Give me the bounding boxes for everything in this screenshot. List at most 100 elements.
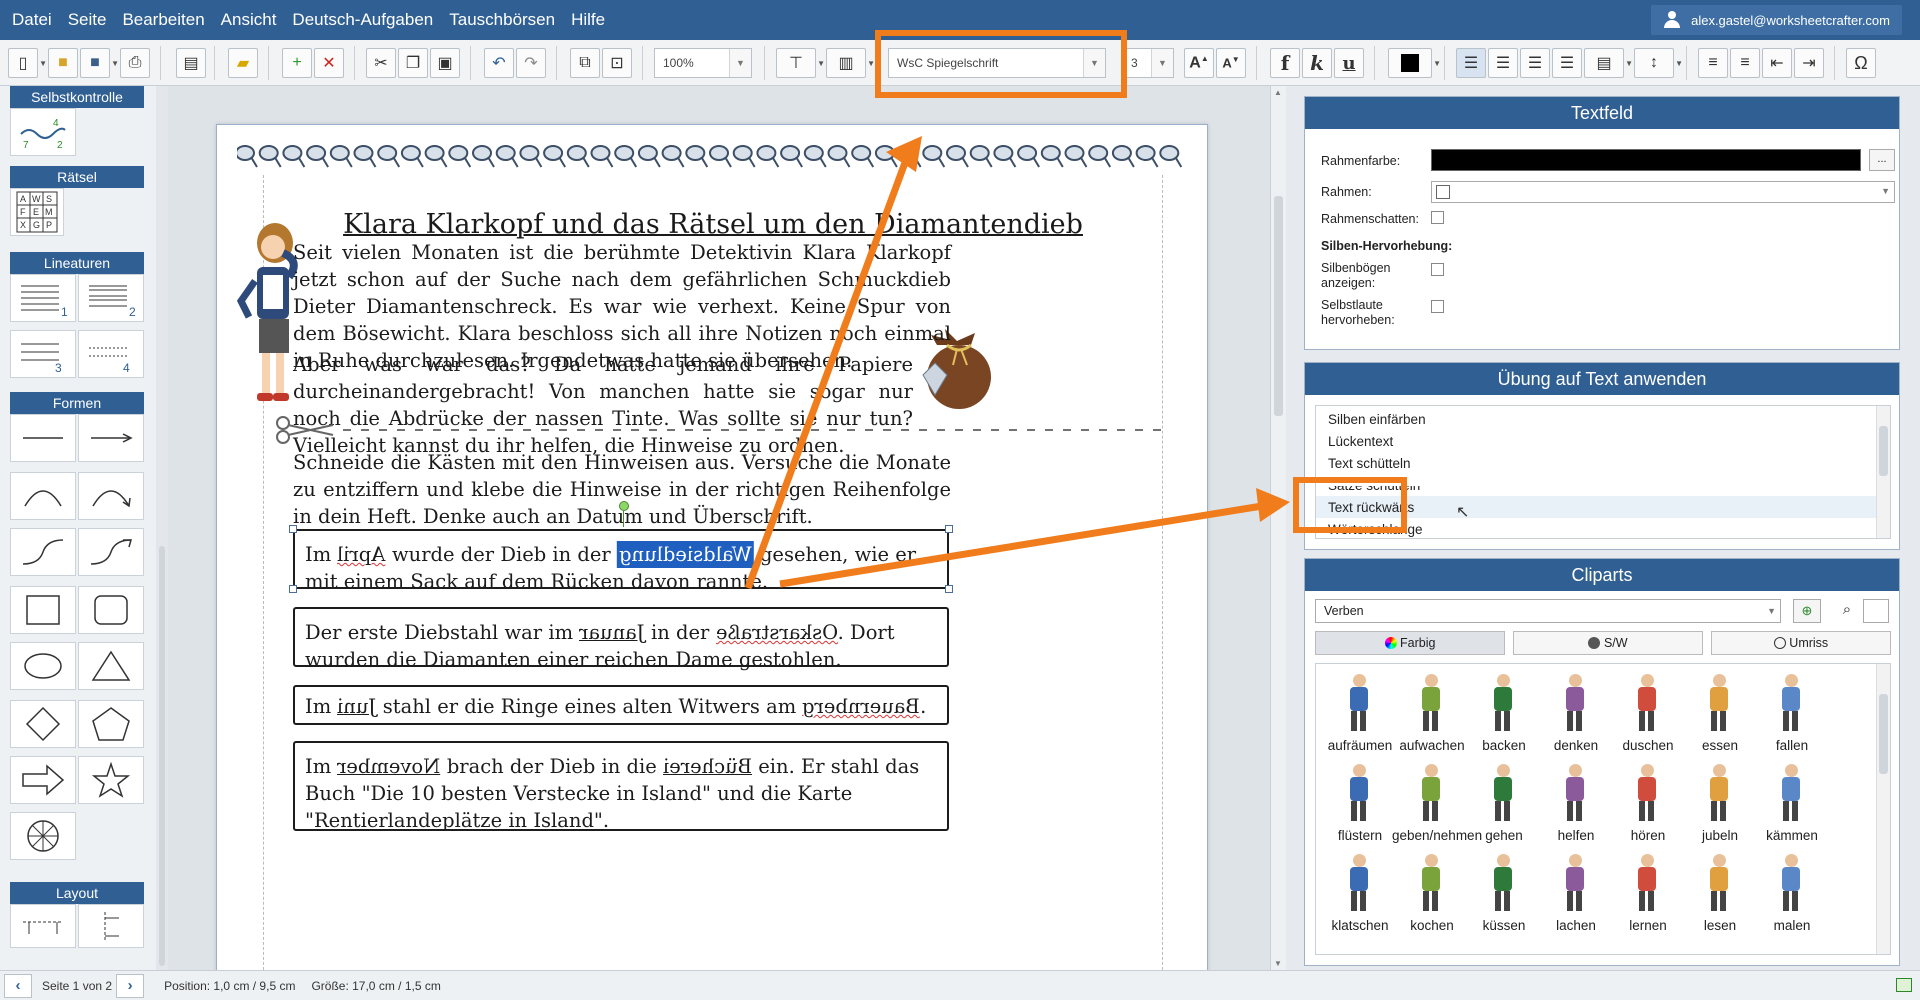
special-chars-button[interactable]: Ω <box>1846 48 1876 78</box>
menu-tauschboersen[interactable]: Tauschbörsen <box>441 10 563 30</box>
shape-rect-tile[interactable] <box>10 586 76 634</box>
worksheet-title[interactable]: Klara Klarkopf und das Rätsel um den Dia… <box>217 209 1209 240</box>
clipart-item[interactable]: gehen <box>1468 760 1540 848</box>
instructions-paragraph[interactable]: Schneide die Kästen mit den Hinweisen au… <box>293 449 951 530</box>
open-button[interactable]: ■ <box>48 48 78 78</box>
undo-button[interactable]: ↶ <box>484 48 514 78</box>
new-document-button[interactable]: ▯ ▼ <box>8 48 47 78</box>
clipart-item[interactable]: essen <box>1684 670 1756 758</box>
exercise-list[interactable]: Silben einfärben Lückentext Text schütte… <box>1315 405 1891 539</box>
hint-box-1[interactable]: Im April wurde der Dieb in der Waldsiedl… <box>293 529 949 593</box>
canvas-scroll-thumb[interactable] <box>1274 196 1283 416</box>
scroll-down-icon[interactable]: ▼ <box>1274 959 1282 968</box>
clipart-item[interactable]: fallen <box>1756 670 1828 758</box>
clipart-item[interactable]: küssen <box>1468 850 1540 938</box>
border-color-swatch[interactable] <box>1431 149 1861 171</box>
syllable-arcs-checkbox[interactable] <box>1431 263 1444 276</box>
menu-deutsch-aufgaben[interactable]: Deutsch-Aufgaben <box>284 10 441 30</box>
border-style-select[interactable]: ▼ <box>1431 181 1895 203</box>
underline-button[interactable]: u <box>1334 48 1364 78</box>
text-color-button[interactable]: ▼ <box>1388 48 1441 78</box>
left-panel-scrollbar[interactable] <box>156 86 168 970</box>
zoom-select[interactable]: 100% ▼ <box>654 48 752 78</box>
shape-diamond-tile[interactable] <box>10 700 76 748</box>
print-button[interactable]: ⎙ <box>120 48 150 78</box>
clipart-search-button[interactable]: ⌕ <box>1835 599 1859 623</box>
clipart-item[interactable]: denken <box>1540 670 1612 758</box>
clipart-item[interactable]: kämmen <box>1756 760 1828 848</box>
clipart-search-input[interactable] <box>1863 599 1889 623</box>
menu-datei[interactable]: Datei <box>0 10 60 30</box>
clipart-grid-scrollbar[interactable] <box>1876 664 1890 954</box>
clipart-item[interactable]: hören <box>1612 760 1684 848</box>
resize-handle[interactable] <box>945 525 953 533</box>
worksheet-page[interactable]: Klara Klarkopf und das Rätsel um den Dia… <box>216 124 1208 970</box>
italic-button[interactable]: k <box>1302 48 1332 78</box>
clipart-item[interactable]: flüstern <box>1324 760 1396 848</box>
page-settings-button[interactable]: ▤ <box>176 48 206 78</box>
align-center-button[interactable]: ☰ <box>1488 48 1518 78</box>
clipart-item[interactable]: malen <box>1756 850 1828 938</box>
lineatur-4-tile[interactable]: 4 <box>78 330 144 378</box>
clipart-item[interactable]: aufräumen <box>1324 670 1396 758</box>
rotate-handle[interactable] <box>619 501 629 511</box>
lineatur-3-tile[interactable]: 3 <box>10 330 76 378</box>
menu-ansicht[interactable]: Ansicht <box>213 10 285 30</box>
clipart-item[interactable]: kochen <box>1396 850 1468 938</box>
canvas-vertical-scrollbar[interactable]: ▲ ▼ <box>1270 86 1286 970</box>
clipart-item[interactable]: helfen <box>1540 760 1612 848</box>
clipart-category-select[interactable]: Verben ▼ <box>1315 599 1781 623</box>
lineatur-2-tile[interactable]: 2 <box>78 274 144 322</box>
hint-box-2[interactable]: Der erste Diebstahl war im Januar in der… <box>293 607 949 671</box>
exercise-woerterschlange[interactable]: Wörterschlange <box>1328 522 1423 537</box>
clipart-item[interactable]: geben/nehmen <box>1392 760 1482 848</box>
lock-button[interactable]: ⊡ <box>602 48 632 78</box>
exercise-lueckentext[interactable]: Lückentext <box>1328 434 1393 449</box>
align-right-button[interactable]: ☰ <box>1520 48 1550 78</box>
puzzle-tile[interactable]: A W S F E M X G P <box>10 188 64 236</box>
shape-curve-tile[interactable] <box>10 528 76 576</box>
clipart-item[interactable]: klatschen <box>1324 850 1396 938</box>
cut-button[interactable]: ✂ <box>366 48 396 78</box>
shape-ellipse-tile[interactable] <box>10 642 76 690</box>
clipart-item[interactable]: lernen <box>1612 850 1684 938</box>
shape-arrow-tile[interactable] <box>78 414 144 462</box>
menu-seite[interactable]: Seite <box>60 10 115 30</box>
left-scroll-thumb[interactable] <box>159 546 165 966</box>
arrange-button[interactable]: ▥ ▼ <box>826 48 875 78</box>
shape-pentagon-tile[interactable] <box>78 700 144 748</box>
exercise-scroll-thumb[interactable] <box>1879 426 1888 476</box>
bullet-list-button[interactable]: ≡ <box>1730 48 1760 78</box>
border-color-more-button[interactable]: ... <box>1869 149 1895 171</box>
exercise-saetze-schuetteln[interactable]: Sätze schütteln <box>1328 486 1420 493</box>
hint-box-3[interactable]: Im Juni stahl er die Ringe eines alten W… <box>293 685 949 725</box>
menu-bearbeiten[interactable]: Bearbeiten <box>114 10 212 30</box>
align-top-button[interactable]: ⊤ ▼ <box>776 48 825 78</box>
shape-triangle-tile[interactable] <box>78 642 144 690</box>
selfcheck-tile[interactable]: 4 7 2 <box>10 108 76 156</box>
resize-handle[interactable] <box>945 585 953 593</box>
exercise-silben-einfaerben[interactable]: Silben einfärben <box>1328 412 1426 427</box>
outdent-button[interactable]: ⇤ <box>1762 48 1792 78</box>
save-button[interactable]: ■ ▼ <box>80 48 119 78</box>
font-family-select[interactable]: WsC Spiegelschrift ▼ <box>888 48 1106 78</box>
lineatur-1-tile[interactable]: 1 <box>10 274 76 322</box>
clipart-item[interactable]: duschen <box>1612 670 1684 758</box>
bold-button[interactable]: f <box>1270 48 1300 78</box>
clipart-item[interactable]: jubeln <box>1684 760 1756 848</box>
delete-page-button[interactable]: ✕ <box>314 48 344 78</box>
font-size-select[interactable]: 3 ▼ <box>1122 48 1174 78</box>
shape-block-arrow-tile[interactable] <box>10 756 76 804</box>
shape-star-tile[interactable] <box>78 756 144 804</box>
copy-button[interactable]: ❐ <box>398 48 428 78</box>
border-shadow-checkbox[interactable] <box>1431 211 1444 224</box>
mode-farbig-button[interactable]: Farbig <box>1315 631 1505 655</box>
clipart-item[interactable]: backen <box>1468 670 1540 758</box>
font-grow-button[interactable]: A▲ <box>1184 48 1214 78</box>
shape-arc-arrow-tile[interactable] <box>78 472 144 520</box>
scroll-up-icon[interactable]: ▲ <box>1274 88 1282 97</box>
next-page-button[interactable]: › <box>116 973 145 998</box>
clipart-add-button[interactable]: ⊕ <box>1793 599 1821 623</box>
clipart-scroll-thumb[interactable] <box>1879 694 1888 774</box>
user-account-button[interactable]: alex.gastel@worksheetcrafter.com <box>1651 5 1902 35</box>
